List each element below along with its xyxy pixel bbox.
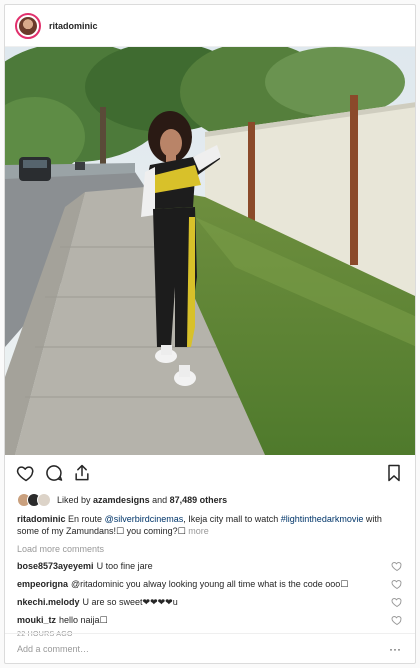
comment-text: @ritadominic you alway looking young all… bbox=[71, 578, 349, 589]
load-more-comments[interactable]: Load more comments bbox=[5, 537, 415, 557]
caption-text: , Ikeja city mall to watch bbox=[183, 514, 281, 524]
heart-icon bbox=[16, 466, 34, 482]
likes-count-link[interactable]: 87,489 others bbox=[170, 495, 228, 505]
comment-username[interactable]: mouki_tz bbox=[17, 615, 56, 625]
action-bar bbox=[5, 455, 415, 491]
bookmark-icon bbox=[388, 464, 400, 482]
post-header: ritadominic bbox=[5, 5, 415, 47]
comment-username[interactable]: empeorigna bbox=[17, 579, 68, 589]
comment-text: U too fine jare bbox=[96, 561, 153, 571]
post-username[interactable]: ritadominic bbox=[49, 21, 98, 31]
comment-row: nkechi.melody U are so sweet❤❤❤❤u bbox=[5, 593, 415, 611]
comment-button[interactable] bbox=[42, 461, 66, 485]
likes-row: Liked by azamdesigns and 87,489 others bbox=[5, 491, 415, 509]
caption-more-link[interactable]: more bbox=[188, 526, 209, 536]
liker-avatar[interactable] bbox=[37, 493, 51, 507]
post-card: ritadominic Liked by azamdesigns and 87,… bbox=[4, 4, 416, 664]
likes-prefix: Liked by bbox=[57, 495, 91, 505]
comment-username[interactable]: nkechi.melody bbox=[17, 597, 80, 607]
comment-icon bbox=[46, 465, 63, 481]
comment-like-heart-icon[interactable] bbox=[391, 614, 403, 626]
post-photo[interactable] bbox=[5, 47, 415, 455]
comment-text: hello naija☐ bbox=[59, 614, 108, 625]
caption: ritadominic En route @silverbirdcinemas,… bbox=[5, 509, 415, 537]
comment-like-heart-icon[interactable] bbox=[391, 578, 403, 590]
like-button[interactable] bbox=[14, 461, 38, 485]
save-button[interactable] bbox=[382, 461, 406, 485]
likes-text: Liked by azamdesigns and 87,489 others bbox=[57, 495, 227, 505]
comment-like-heart-icon[interactable] bbox=[391, 560, 403, 572]
liker-avatars bbox=[17, 493, 51, 507]
comment-like-heart-icon[interactable] bbox=[391, 596, 403, 608]
avatar[interactable] bbox=[15, 12, 41, 39]
options-icon[interactable]: ··· bbox=[387, 641, 403, 657]
comment-username[interactable]: bose8573ayeyemi bbox=[17, 561, 94, 571]
share-button[interactable] bbox=[70, 461, 94, 485]
comment-text: U are so sweet❤❤❤❤u bbox=[82, 596, 178, 607]
avatar-image bbox=[19, 16, 37, 35]
comment-row: empeorigna @ritadominic you alway looking… bbox=[5, 575, 415, 593]
likes-joiner: and bbox=[152, 495, 168, 505]
caption-hashtag-link[interactable]: #lightinthedarkmovie bbox=[281, 514, 364, 524]
add-comment-input[interactable] bbox=[17, 643, 387, 654]
add-comment-bar: ··· bbox=[5, 633, 415, 663]
caption-text: En route bbox=[68, 514, 105, 524]
photo-illustration bbox=[5, 47, 415, 455]
caption-mention-link[interactable]: @silverbirdcinemas bbox=[105, 514, 184, 524]
likes-user-link[interactable]: azamdesigns bbox=[93, 495, 150, 505]
comment-row: bose8573ayeyemi U too fine jare bbox=[5, 557, 415, 575]
caption-username[interactable]: ritadominic bbox=[17, 514, 66, 524]
comment-row: mouki_tz hello naija☐ bbox=[5, 611, 415, 629]
share-icon bbox=[75, 464, 89, 481]
